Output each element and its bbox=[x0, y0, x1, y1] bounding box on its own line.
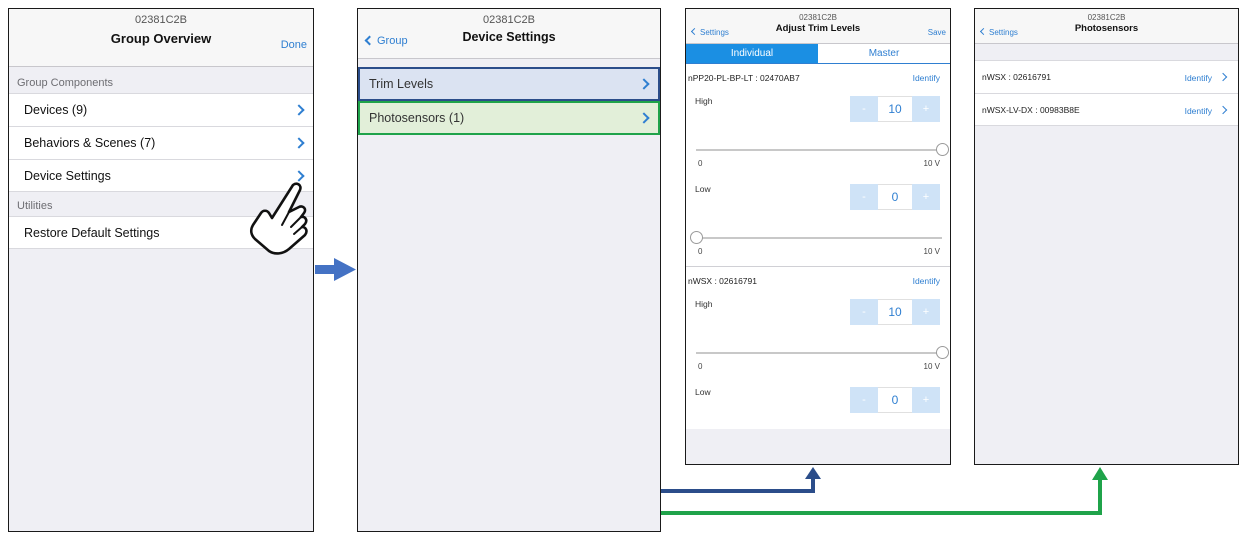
flow-arrows bbox=[315, 258, 1108, 515]
flow-arrow-icon bbox=[315, 258, 356, 281]
flow-arrow-icon bbox=[661, 467, 821, 493]
